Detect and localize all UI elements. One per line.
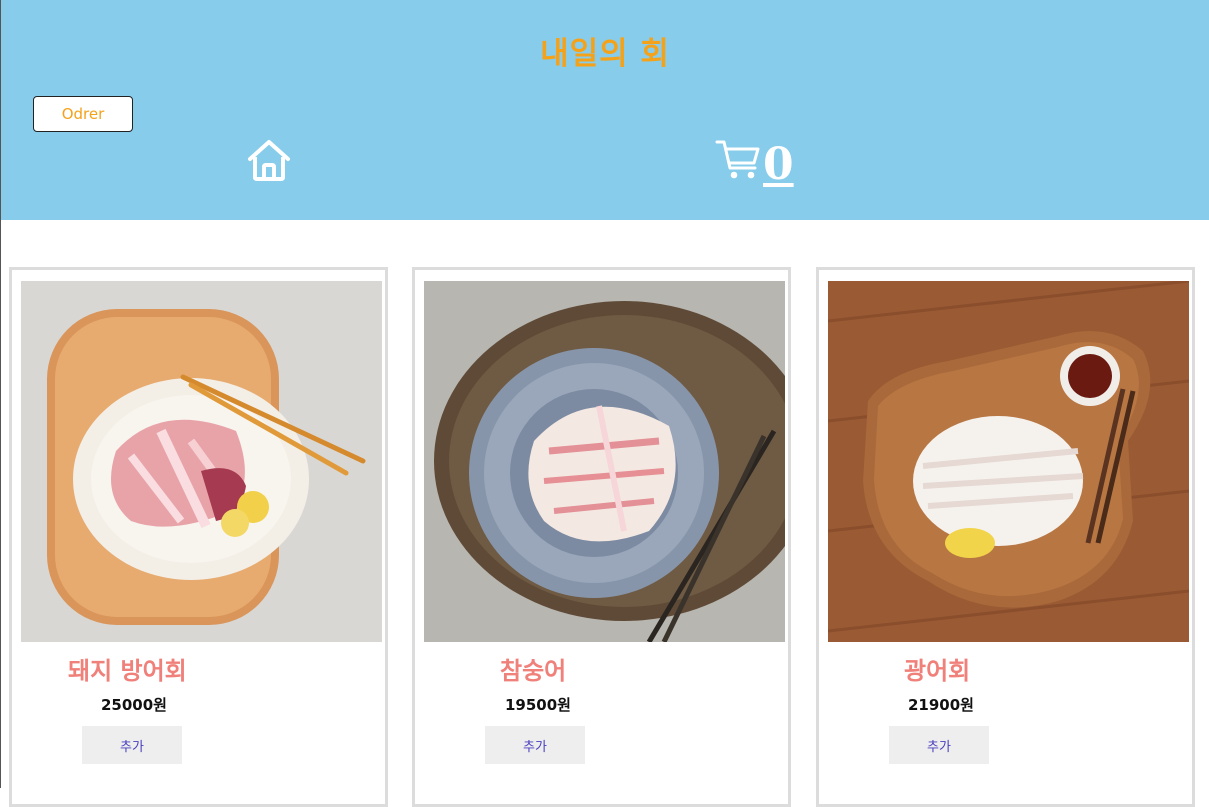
product-image[interactable]: [21, 281, 382, 642]
add-to-cart-button[interactable]: 추가: [485, 726, 585, 764]
product-card: 돼지 방어회 25000원 추가: [9, 267, 388, 807]
cart-icon: [715, 140, 760, 179]
product-name: 광어회: [904, 657, 971, 685]
home-link[interactable]: [246, 137, 292, 183]
product-card: 광어회 21900원 추가: [816, 267, 1195, 807]
add-to-cart-button[interactable]: 추가: [889, 726, 989, 764]
product-image[interactable]: [424, 281, 785, 642]
product-name: 돼지 방어회: [68, 657, 187, 685]
site-header: 내일의 회 Odrer 0: [1, 0, 1209, 220]
add-to-cart-button[interactable]: 추가: [82, 726, 182, 764]
product-name: 참숭어: [500, 657, 567, 685]
home-icon: [248, 140, 290, 181]
cart-count[interactable]: 0: [763, 138, 794, 192]
site-title: 내일의 회: [540, 36, 670, 72]
order-button[interactable]: Odrer: [33, 96, 133, 132]
cart-link[interactable]: 0: [715, 138, 805, 194]
product-price: 19500원: [505, 696, 571, 714]
product-image[interactable]: [828, 281, 1189, 642]
product-price: 25000원: [101, 696, 167, 714]
product-price: 21900원: [908, 696, 974, 714]
product-card: 참숭어 19500원 추가: [412, 267, 791, 807]
